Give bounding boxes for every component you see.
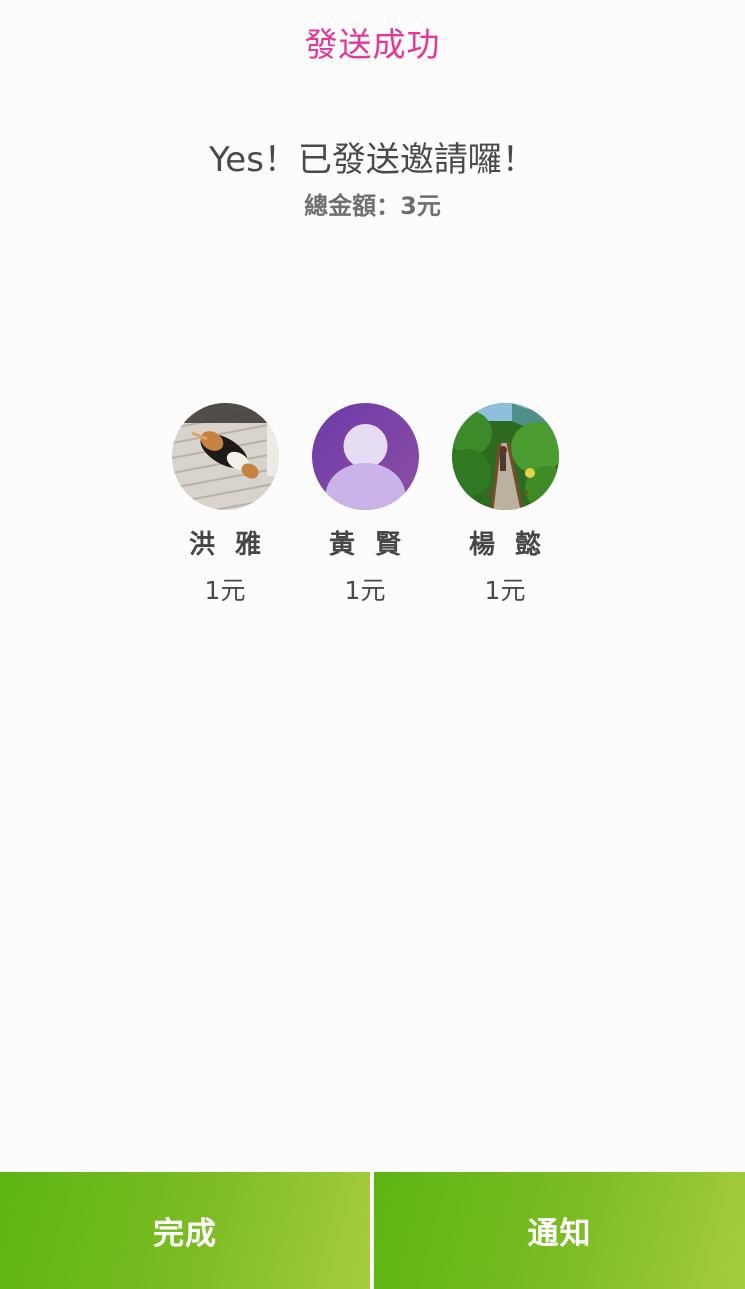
- total-value: 3: [400, 192, 417, 220]
- total-amount: 總金額：3元: [0, 186, 745, 221]
- footer-actions: 完成 通知: [0, 1172, 745, 1289]
- avatar-dog-photo: [171, 403, 279, 510]
- recipient-amount: 1元: [344, 576, 386, 605]
- notify-button[interactable]: 通知: [374, 1172, 745, 1289]
- total-unit: 元: [416, 192, 441, 220]
- success-message: Yes！已發送邀請囉！: [209, 140, 536, 180]
- total-label: 總金額：: [304, 192, 401, 220]
- recipient-amount: 1元: [484, 576, 526, 605]
- page-title: 發送成功: [304, 25, 441, 64]
- recipient-list: 洪雅 1元 黃賢 1元 楊懿 1元: [155, 403, 575, 607]
- recipient-name: 黃賢: [328, 530, 421, 560]
- recipient-name: 楊懿: [468, 530, 561, 560]
- recipient-item: 楊懿 1元: [435, 403, 575, 607]
- recipient-amount: 1元: [204, 576, 246, 605]
- default-person-icon: [311, 403, 419, 510]
- recipient-item: 洪雅 1元: [155, 403, 295, 607]
- recipient-item: 黃賢 1元: [295, 403, 435, 607]
- avatar-forest-path-photo: [451, 403, 559, 510]
- recipient-name: 洪雅: [188, 530, 281, 560]
- send-success-screen: 發送成功 Yes！已發送邀請囉！ 總金額：3元 洪雅 1元 黃賢 1元 楊懿 1…: [0, 0, 745, 1289]
- done-button[interactable]: 完成: [0, 1172, 370, 1289]
